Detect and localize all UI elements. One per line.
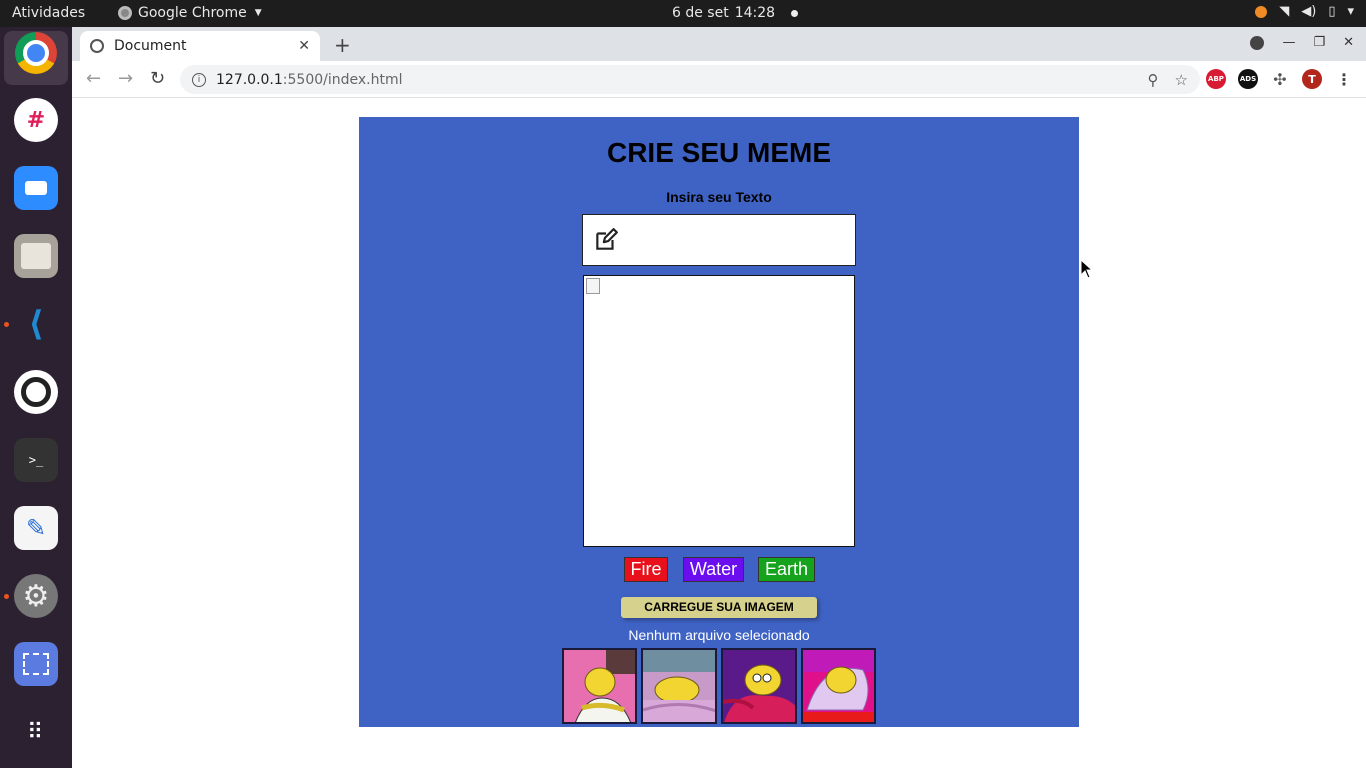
fire-border-button[interactable]: Fire [624,557,668,582]
meme-thumbnail-1[interactable] [562,648,637,724]
clock[interactable]: 6 de set 14:28 [672,5,799,21]
mouse-cursor-icon [1080,259,1092,279]
close-window-button[interactable]: ✕ [1343,35,1354,50]
vscode-icon: ⟨ [28,304,44,344]
dock-vscode[interactable]: ⟨ [4,302,58,346]
kebab-menu-icon[interactable]: ⋮ [1334,69,1354,89]
back-button[interactable]: ← [86,68,101,89]
reload-button[interactable]: ↻ [150,68,165,89]
homer-bed-image [643,650,715,722]
files-icon [21,243,51,269]
address-bar[interactable]: i 127.0.0.1 :5500/index.html ⚲ ☆ [180,65,1200,94]
obs-icon [21,377,51,407]
terminal-icon: >_ [28,453,44,467]
file-status: Nenhum arquivo selecionado [628,627,810,643]
system-tray[interactable]: ◥ ◀) ▯ ▾ [1255,4,1354,19]
app-grid-icon: ⠿ [26,719,46,745]
extensions-puzzle-icon[interactable]: ✣ [1270,69,1290,89]
dock-files[interactable] [14,234,58,278]
tab-title: Document [114,38,187,54]
url-path: :5500/index.html [282,71,403,88]
settings-icon: ⚙ [22,578,50,614]
running-indicator [4,322,9,327]
globe-icon [90,39,104,53]
meme-thumbnail-2[interactable] [641,648,717,724]
dock-settings[interactable]: ⚙ [4,574,58,618]
meme-image-container [583,275,855,547]
notification-dot-icon [791,9,799,17]
homer-pillow-image [803,650,874,722]
dock-slack[interactable]: # [14,98,58,142]
text-editor-icon: ✎ [25,514,47,542]
window-controls: — ❐ ✕ [1250,35,1354,50]
app-menu[interactable]: Google Chrome ▼ [118,5,262,21]
browser-toolbar: ← → ↻ i 127.0.0.1 :5500/index.html ⚲ ☆ A… [72,61,1366,98]
chrome-icon [15,32,57,74]
page-title: CRIE SEU MEME [606,137,832,168]
system-top-bar: Atividades Google Chrome ▼ 6 de set 14:2… [0,0,1366,27]
page-viewport: CRIE SEU MEME Insira seu Texto Fire Wate… [72,99,1366,768]
zoom-icon[interactable]: ⚲ [1148,71,1159,89]
earth-border-button[interactable]: Earth [758,557,815,582]
dock-zoom[interactable] [14,166,58,210]
dock-terminal[interactable]: >_ [14,438,58,482]
url-host: 127.0.0.1 [216,71,283,88]
restore-button[interactable]: ❐ [1313,35,1325,50]
profile-avatar[interactable]: T [1302,69,1322,89]
chrome-icon [118,6,132,20]
slack-icon: # [26,107,46,133]
chevron-down-icon: ▼ [254,8,262,18]
meme-app-container: CRIE SEU MEME Insira seu Texto Fire Wate… [359,117,1079,727]
meme-thumbnail-4[interactable] [801,648,876,724]
wifi-icon: ◥ [1279,4,1290,19]
new-tab-button[interactable]: + [334,33,351,57]
power-menu-icon: ▾ [1347,4,1354,19]
battery-icon: ▯ [1328,4,1336,19]
tab-search-icon[interactable] [1250,35,1265,50]
homer-awake-image [723,650,795,722]
dock-text-editor[interactable]: ✎ [14,506,58,550]
broken-image-icon [586,278,600,294]
dock-app-grid[interactable]: ⠿ [14,710,58,754]
text-input-box[interactable] [582,214,856,266]
date: 6 de set [672,5,729,21]
minimize-button[interactable]: — [1282,35,1295,50]
info-icon[interactable]: i [192,72,206,87]
volume-icon: ◀) [1301,4,1317,19]
app-name: Google Chrome [138,5,247,21]
meme-thumbnail-3[interactable] [721,648,797,724]
forward-button[interactable]: → [118,68,133,89]
bookmark-star-icon[interactable]: ☆ [1175,71,1188,89]
ads-extension-icon[interactable]: ADS [1238,69,1258,89]
close-tab-icon[interactable]: ✕ [298,38,310,54]
update-indicator-icon [1255,5,1268,18]
edit-icon [596,228,618,250]
zoom-icon [25,181,47,195]
dock-obs[interactable] [14,370,58,414]
text-input-label: Insira seu Texto [666,189,772,205]
text-input[interactable] [627,220,855,260]
upload-image-button[interactable]: CARREGUE SUA IMAGEM [621,597,817,618]
time: 14:28 [734,5,776,21]
browser-tab[interactable]: Document ✕ [80,31,320,61]
homer-sleeping-image [564,650,635,722]
browser-tab-bar: Document ✕ + — ❐ ✕ [72,27,1366,61]
dock-screenshot[interactable] [14,642,58,686]
activities-button[interactable]: Atividades [12,5,85,21]
dock: # ⟨ >_ ✎ ⚙ ⠿ [0,27,72,768]
screenshot-icon [23,653,49,675]
running-indicator [4,594,9,599]
water-border-button[interactable]: Water [683,557,744,582]
adblock-extension-icon[interactable]: ABP [1206,69,1226,89]
dock-chrome[interactable] [14,31,58,75]
